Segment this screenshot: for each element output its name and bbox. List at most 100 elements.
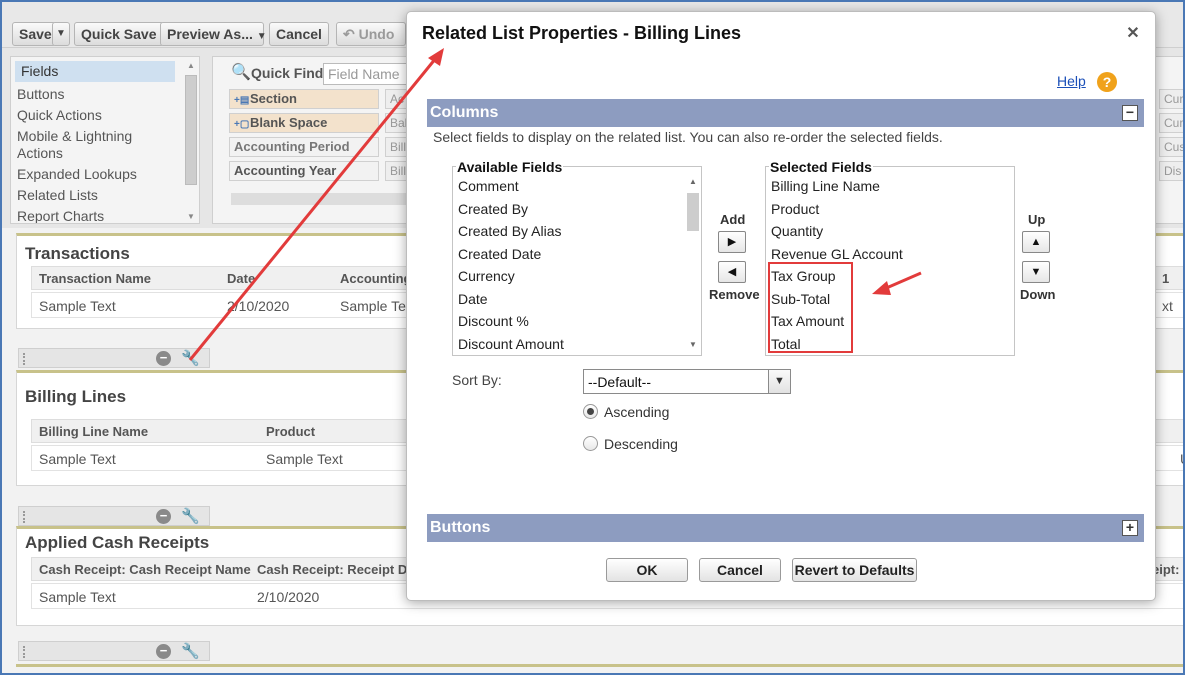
section-handle[interactable]: − 🔧	[18, 641, 210, 661]
arrow-left-icon: ◀	[727, 266, 737, 278]
buttons-section-header[interactable]: Buttons +	[427, 514, 1144, 542]
column-header: Accounting	[340, 271, 412, 286]
palette-nav-fields[interactable]: Fields	[15, 61, 175, 82]
list-item[interactable]: Total	[766, 333, 1014, 356]
wrench-icon[interactable]: 🔧	[181, 642, 200, 660]
undo-label: Undo	[358, 26, 395, 42]
selected-fields-list[interactable]: Billing Line Name Product Quantity Reven…	[766, 175, 1014, 355]
column-header: Product	[266, 424, 316, 439]
palette-chip-accounting-period[interactable]: Accounting Period	[229, 137, 379, 157]
table-cell: Sample Te	[340, 298, 406, 314]
palette-chip-accounting-year[interactable]: Accounting Year	[229, 161, 379, 181]
palette-nav-report-charts[interactable]: Report Charts	[11, 206, 199, 223]
save-button[interactable]: Save	[12, 22, 56, 46]
related-list-properties-dialog: Related List Properties - Billing Lines …	[406, 11, 1156, 601]
descending-label[interactable]: Descending	[604, 436, 678, 452]
palette-chip[interactable]: Dis	[1159, 161, 1185, 181]
buttons-header-label: Buttons	[430, 519, 491, 536]
scroll-down-icon[interactable]: ▼	[689, 340, 697, 349]
column-header: eipt:	[1152, 562, 1180, 577]
table-cell: Sample Text	[39, 589, 116, 605]
ascending-radio[interactable]	[583, 404, 598, 419]
move-up-button[interactable]: ▲	[1022, 231, 1050, 253]
list-item[interactable]: Tax Amount	[766, 310, 1014, 333]
drag-handle-icon[interactable]	[23, 511, 25, 523]
quick-save-button[interactable]: Quick Save	[74, 22, 164, 46]
palette-chip-section[interactable]: +▤Section	[229, 89, 379, 109]
remove-icon[interactable]: −	[156, 509, 171, 524]
list-item[interactable]: Comment	[453, 175, 701, 198]
section-title: Applied Cash Receipts	[25, 533, 210, 552]
list-item[interactable]: Quantity	[766, 220, 1014, 243]
table-cell: Sample Text	[39, 451, 116, 467]
move-down-button[interactable]: ▼	[1022, 261, 1050, 283]
available-fields-list[interactable]: Comment Created By Created By Alias Crea…	[453, 175, 701, 355]
section-divider	[16, 664, 1185, 667]
list-item[interactable]: Revenue GL Account	[766, 243, 1014, 266]
palette-nav-related-lists[interactable]: Related Lists	[11, 185, 199, 206]
chevron-down-icon[interactable]: ▼	[768, 370, 790, 393]
search-icon: 🔍	[231, 64, 251, 81]
scrollbar-thumb[interactable]	[185, 75, 197, 185]
scroll-up-icon[interactable]: ▲	[185, 61, 197, 70]
palette-chip[interactable]: Cur	[1159, 113, 1185, 133]
cancel-button[interactable]: Cancel	[699, 558, 781, 582]
remove-label: Remove	[709, 287, 760, 302]
undo-button[interactable]: ↶ Undo	[336, 22, 406, 46]
list-item[interactable]: Currency	[453, 265, 701, 288]
quick-find-label: Quick Find	[251, 65, 324, 81]
list-item[interactable]: Sub-Total	[766, 288, 1014, 311]
remove-icon[interactable]: −	[156, 644, 171, 659]
section-handle[interactable]: − 🔧	[18, 348, 210, 368]
drag-handle-icon[interactable]	[23, 646, 25, 658]
sort-by-select[interactable]: --Default-- ▼	[583, 369, 791, 394]
palette-nav-scrollbar[interactable]: ▲ ▼	[185, 61, 197, 221]
palette-nav-expanded-lookups[interactable]: Expanded Lookups	[11, 164, 199, 185]
wrench-icon[interactable]: 🔧	[181, 349, 200, 367]
undo-icon: ↶	[343, 26, 355, 42]
palette-chip-blank-space[interactable]: +▢Blank Space	[229, 113, 379, 133]
list-item[interactable]: Billing Line Name	[766, 175, 1014, 198]
drag-handle-icon[interactable]	[23, 353, 25, 365]
ok-button[interactable]: OK	[606, 558, 688, 582]
remove-button[interactable]: ◀	[718, 261, 746, 283]
scroll-up-icon[interactable]: ▲	[689, 177, 697, 186]
remove-icon[interactable]: −	[156, 351, 171, 366]
preview-as-button[interactable]: Preview As... ▼	[160, 22, 267, 46]
descending-radio[interactable]	[583, 436, 598, 451]
collapse-icon[interactable]: −	[1122, 105, 1138, 121]
list-item[interactable]: Created Date	[453, 243, 701, 266]
add-button[interactable]: ▶	[718, 231, 746, 253]
palette-nav-buttons[interactable]: Buttons	[11, 84, 199, 105]
palette-hscrollbar[interactable]	[231, 193, 411, 205]
list-item[interactable]: Product	[766, 198, 1014, 221]
help-link[interactable]: Help	[1057, 73, 1086, 89]
list-item[interactable]: Created By Alias	[453, 220, 701, 243]
section-handle[interactable]: − 🔧	[18, 506, 210, 526]
palette-nav-quick-actions[interactable]: Quick Actions	[11, 105, 199, 126]
section-icon: +▤	[234, 95, 250, 106]
list-item[interactable]: Date	[453, 288, 701, 311]
palette-chip[interactable]: Cur	[1159, 89, 1185, 109]
quick-find-input[interactable]: Field Name	[323, 63, 413, 85]
scrollbar-thumb[interactable]	[687, 193, 699, 231]
expand-icon[interactable]: +	[1122, 520, 1138, 536]
available-fields-scrollbar[interactable]: ▲ ▼	[686, 173, 700, 353]
cancel-button[interactable]: Cancel	[269, 22, 329, 46]
help-icon[interactable]: ?	[1097, 72, 1117, 92]
save-dropdown-icon[interactable]: ▼	[52, 22, 70, 46]
palette-chip[interactable]: Cus	[1159, 137, 1185, 157]
list-item[interactable]: Discount Amount	[453, 333, 701, 356]
revert-to-defaults-button[interactable]: Revert to Defaults	[792, 558, 917, 582]
list-item[interactable]: Created By	[453, 198, 701, 221]
palette-nav-mobile-actions[interactable]: Mobile & Lightning Actions	[11, 126, 171, 164]
list-item[interactable]: Tax Group	[766, 265, 1014, 288]
chip-label: Blank Space	[250, 115, 328, 130]
wrench-icon[interactable]: 🔧	[181, 507, 200, 525]
ascending-label[interactable]: Ascending	[604, 404, 669, 420]
list-item[interactable]: Discount %	[453, 310, 701, 333]
columns-section-header[interactable]: Columns −	[427, 99, 1144, 127]
close-icon[interactable]: ✕	[1125, 26, 1141, 42]
sort-by-label: Sort By:	[452, 372, 502, 388]
scroll-down-icon[interactable]: ▼	[187, 212, 195, 221]
